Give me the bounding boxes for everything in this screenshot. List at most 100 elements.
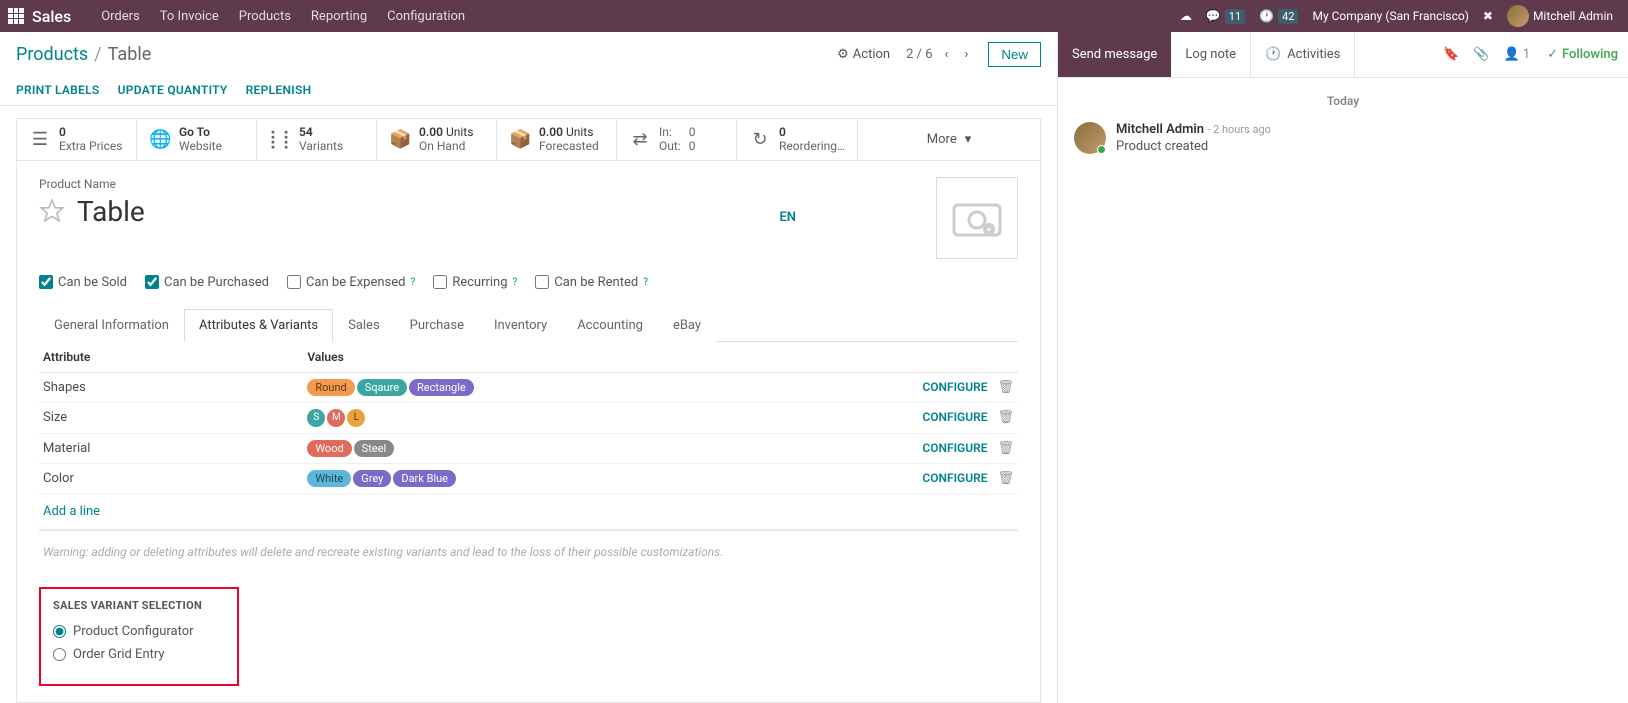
update-quantity-button[interactable]: UPDATE QUANTITY [118, 83, 228, 97]
activities-button[interactable]: 🕐Activities [1250, 32, 1355, 77]
tray-support-icon[interactable]: ☁ [1180, 9, 1192, 23]
out-label: Out: [659, 139, 681, 153]
help-icon[interactable]: ? [513, 277, 518, 288]
stat-on-hand[interactable]: 📦 0.00 UnitsOn Hand [377, 119, 497, 160]
boxes-icon: 📦 [389, 129, 411, 150]
online-status-icon [1097, 145, 1106, 154]
help-icon[interactable]: ? [643, 277, 648, 288]
favorite-star-icon[interactable] [39, 198, 65, 224]
tab-purchase[interactable]: Purchase [395, 309, 479, 342]
action-dropdown[interactable]: ⚙Action [837, 47, 890, 62]
tray-debug-icon[interactable]: ✖ [1483, 9, 1493, 23]
add-line-button[interactable]: Add a line [39, 494, 1018, 530]
stat-reordering[interactable]: ↻ 0Reordering… [737, 119, 858, 160]
stat-variants[interactable]: ⡇⡇ 54Variants [257, 119, 377, 160]
checkbox-can-be-expensed[interactable]: Can be Expensed? [287, 275, 415, 290]
stat-label: On Hand [419, 139, 473, 153]
new-button[interactable]: New [988, 42, 1041, 67]
followers-button[interactable]: 👤1 [1504, 47, 1531, 62]
trash-icon[interactable]: 🗑 [997, 380, 1014, 395]
pager-next[interactable]: › [960, 47, 972, 62]
log-note-button[interactable]: Log note [1171, 32, 1250, 77]
col-values: Values [303, 342, 908, 373]
tab-inventory[interactable]: Inventory [479, 309, 562, 342]
trash-icon[interactable]: 🗑 [997, 441, 1014, 456]
value-tag[interactable]: S [307, 409, 325, 427]
value-tag[interactable]: Steel [354, 440, 394, 457]
value-tag[interactable]: White [307, 470, 351, 487]
stat-forecasted[interactable]: 📦 0.00 UnitsForecasted [497, 119, 617, 160]
configure-button[interactable]: CONFIGURE [922, 471, 987, 485]
attr-name[interactable]: Shapes [39, 372, 303, 402]
menu-to-invoice[interactable]: To Invoice [150, 9, 229, 24]
stat-website[interactable]: 🌐 Go ToWebsite [137, 119, 257, 160]
configure-button[interactable]: CONFIGURE [922, 410, 987, 424]
following-button[interactable]: ✓Following [1547, 47, 1618, 62]
menu-configuration[interactable]: Configuration [377, 9, 475, 24]
company-switcher[interactable]: My Company (San Francisco) [1312, 9, 1468, 23]
cb-label: Recurring [452, 275, 507, 290]
table-row[interactable]: ShapesRoundSqaureRectangle CONFIGURE 🗑 [39, 372, 1018, 402]
table-row[interactable]: MaterialWoodSteel CONFIGURE 🗑 [39, 433, 1018, 463]
attr-values[interactable]: RoundSqaureRectangle [303, 372, 908, 402]
product-image-upload[interactable]: + [936, 177, 1018, 259]
tab-sales[interactable]: Sales [333, 309, 395, 342]
send-message-button[interactable]: Send message [1058, 32, 1171, 77]
tray-activities-icon[interactable]: 🕐42 [1259, 9, 1298, 24]
menu-reporting[interactable]: Reporting [301, 9, 377, 24]
stat-in-out[interactable]: ⇄ In:0 Out:0 [617, 119, 737, 160]
value-tag[interactable]: Sqaure [357, 379, 407, 396]
replenish-button[interactable]: REPLENISH [246, 83, 312, 97]
message-author[interactable]: Mitchell Admin [1116, 122, 1204, 137]
stat-extra-prices[interactable]: ☰ 0Extra Prices [17, 119, 137, 160]
value-tag[interactable]: Rectangle [409, 379, 474, 396]
menu-orders[interactable]: Orders [91, 9, 150, 24]
attr-values[interactable]: WhiteGreyDark Blue [303, 463, 908, 493]
value-tag[interactable]: Grey [353, 470, 391, 487]
bookmark-icon[interactable]: 🔖 [1443, 47, 1459, 62]
attr-name[interactable]: Size [39, 402, 303, 433]
checkbox-can-be-purchased[interactable]: Can be Purchased [145, 275, 269, 290]
table-row[interactable]: SizeSML CONFIGURE 🗑 [39, 402, 1018, 433]
configure-button[interactable]: CONFIGURE [922, 380, 987, 394]
attr-values[interactable]: SML [303, 402, 908, 433]
checkbox-can-be-rented[interactable]: Can be Rented? [535, 275, 648, 290]
radio-product-configurator[interactable]: Product Configurator [53, 624, 225, 639]
tab-accounting[interactable]: Accounting [562, 309, 658, 342]
stat-unit: Units [566, 125, 593, 139]
attr-name[interactable]: Material [39, 433, 303, 463]
tab-attributes-variants[interactable]: Attributes & Variants [184, 309, 333, 342]
tab-general-information[interactable]: General Information [39, 309, 184, 342]
stat-label: Variants [299, 139, 343, 153]
attr-name[interactable]: Color [39, 463, 303, 493]
attachment-icon[interactable]: 📎 [1473, 47, 1489, 62]
stat-more[interactable]: More ▾ [858, 119, 1040, 160]
pager-prev[interactable]: ‹ [941, 47, 953, 62]
radio-order-grid-entry[interactable]: Order Grid Entry [53, 647, 225, 662]
value-tag[interactable]: M [327, 409, 345, 427]
value-tag[interactable]: L [347, 409, 365, 427]
help-icon[interactable]: ? [410, 277, 415, 288]
language-toggle[interactable]: EN [779, 210, 796, 225]
following-label: Following [1562, 47, 1618, 62]
attr-values[interactable]: WoodSteel [303, 433, 908, 463]
apps-icon[interactable] [8, 8, 24, 24]
trash-icon[interactable]: 🗑 [997, 471, 1014, 486]
variant-section-title: SALES VARIANT SELECTION [53, 599, 225, 612]
tab-ebay[interactable]: eBay [658, 309, 716, 342]
menu-products[interactable]: Products [229, 9, 301, 24]
configure-button[interactable]: CONFIGURE [922, 441, 987, 455]
value-tag[interactable]: Round [307, 379, 354, 396]
value-tag[interactable]: Wood [307, 440, 351, 457]
product-name[interactable]: Table [77, 195, 145, 228]
tray-messages-icon[interactable]: 💬11 [1206, 9, 1245, 24]
breadcrumb-parent[interactable]: Products [16, 44, 88, 65]
checkbox-recurring[interactable]: Recurring? [433, 275, 517, 290]
checkbox-can-be-sold[interactable]: Can be Sold [39, 275, 127, 290]
trash-icon[interactable]: 🗑 [997, 410, 1014, 425]
print-labels-button[interactable]: PRINT LABELS [16, 83, 100, 97]
user-name: Mitchell Admin [1533, 9, 1613, 23]
table-row[interactable]: ColorWhiteGreyDark Blue CONFIGURE 🗑 [39, 463, 1018, 493]
user-menu[interactable]: Mitchell Admin [1507, 5, 1613, 27]
value-tag[interactable]: Dark Blue [393, 470, 456, 487]
